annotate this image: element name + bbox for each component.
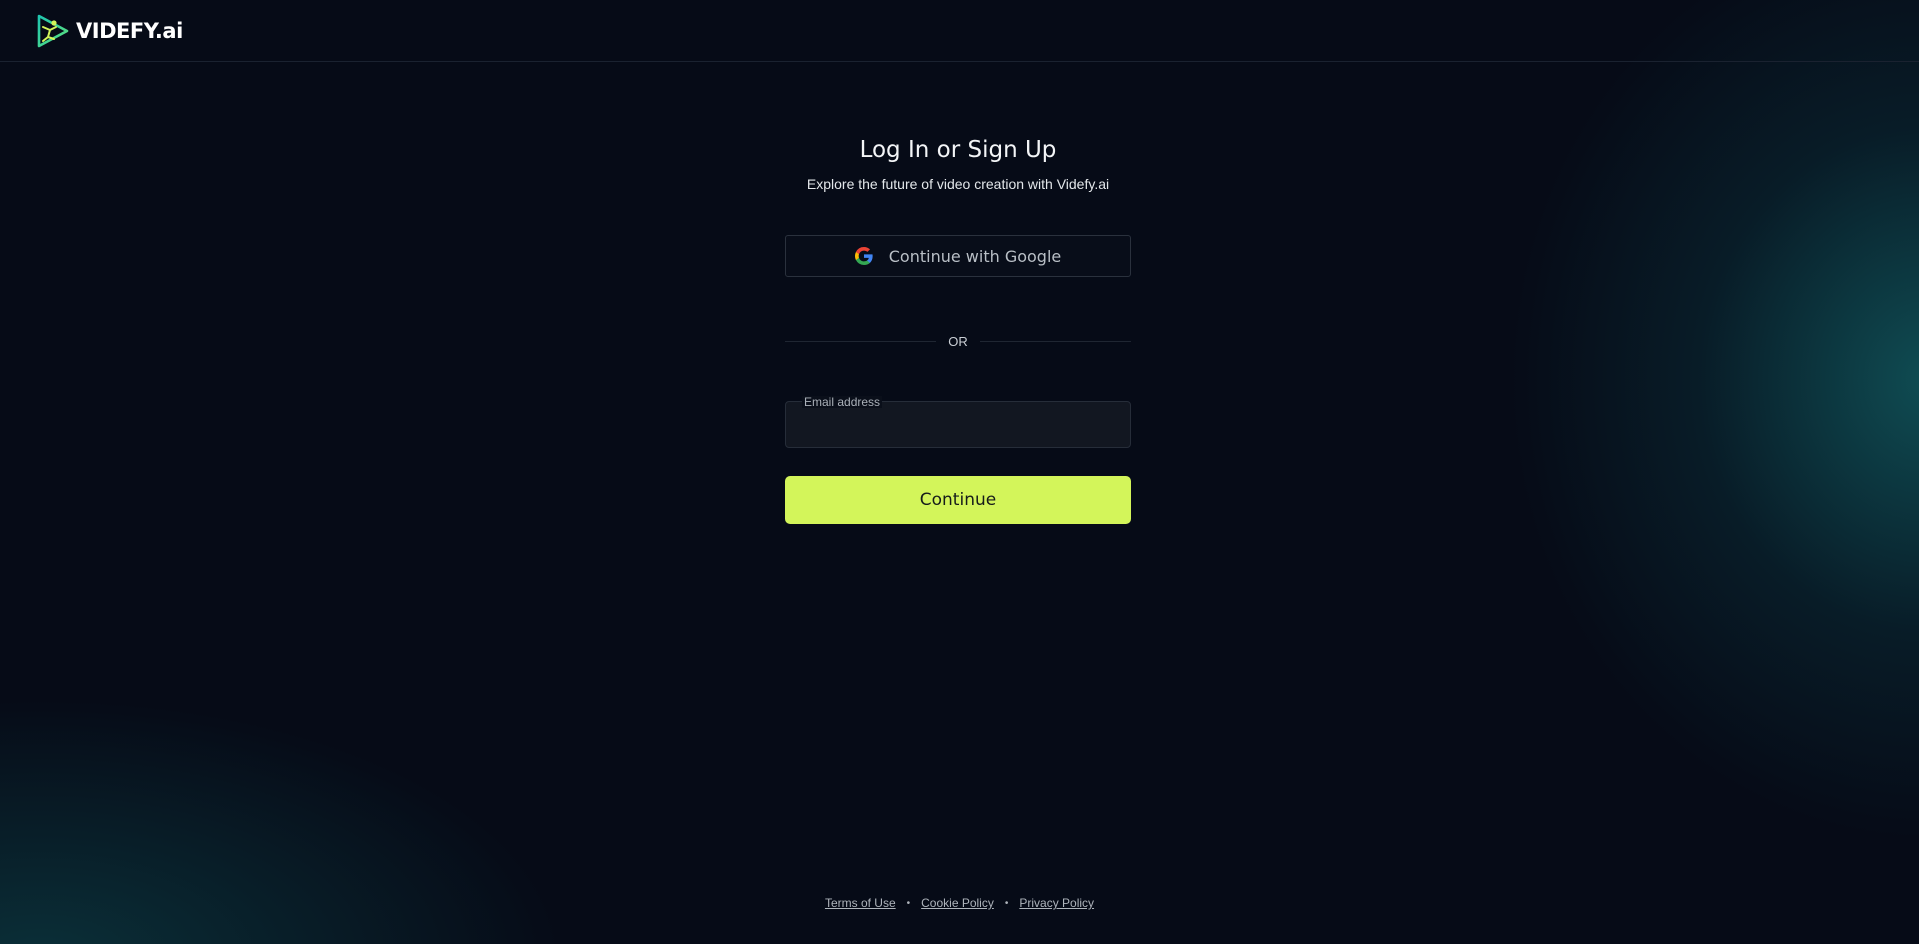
email-field[interactable]: Email address [785, 396, 1131, 448]
page-title: Log In or Sign Up [859, 137, 1057, 163]
play-triangle-figure-icon [37, 14, 69, 48]
divider-line-right [979, 340, 1131, 342]
divider-line-left [785, 340, 937, 342]
privacy-policy-link[interactable]: Privacy Policy [1019, 896, 1094, 910]
footer-separator: • [1004, 897, 1009, 909]
google-g-icon [854, 247, 873, 265]
continue-button[interactable]: Continue [785, 476, 1131, 524]
divider-text: OR [948, 333, 968, 349]
top-bar: VIDEFY.ai [0, 0, 1919, 62]
brand-logo[interactable]: VIDEFY.ai [34, 12, 183, 50]
footer-links: Terms of Use • Cookie Policy • Privacy P… [0, 896, 1919, 910]
terms-of-use-link[interactable]: Terms of Use [825, 896, 896, 910]
cookie-policy-link[interactable]: Cookie Policy [921, 896, 994, 910]
email-input[interactable] [800, 414, 1120, 440]
footer-separator: • [906, 897, 911, 909]
email-field-label: Email address [802, 395, 883, 409]
continue-with-google-button[interactable]: Continue with Google [785, 235, 1131, 277]
google-button-label: Continue with Google [888, 246, 1062, 266]
or-divider: OR [785, 331, 1131, 351]
auth-card: Log In or Sign Up Explore the future of … [785, 130, 1131, 524]
page-subtitle: Explore the future of video creation wit… [806, 176, 1110, 192]
brand-name: VIDEFY.ai [76, 19, 183, 43]
